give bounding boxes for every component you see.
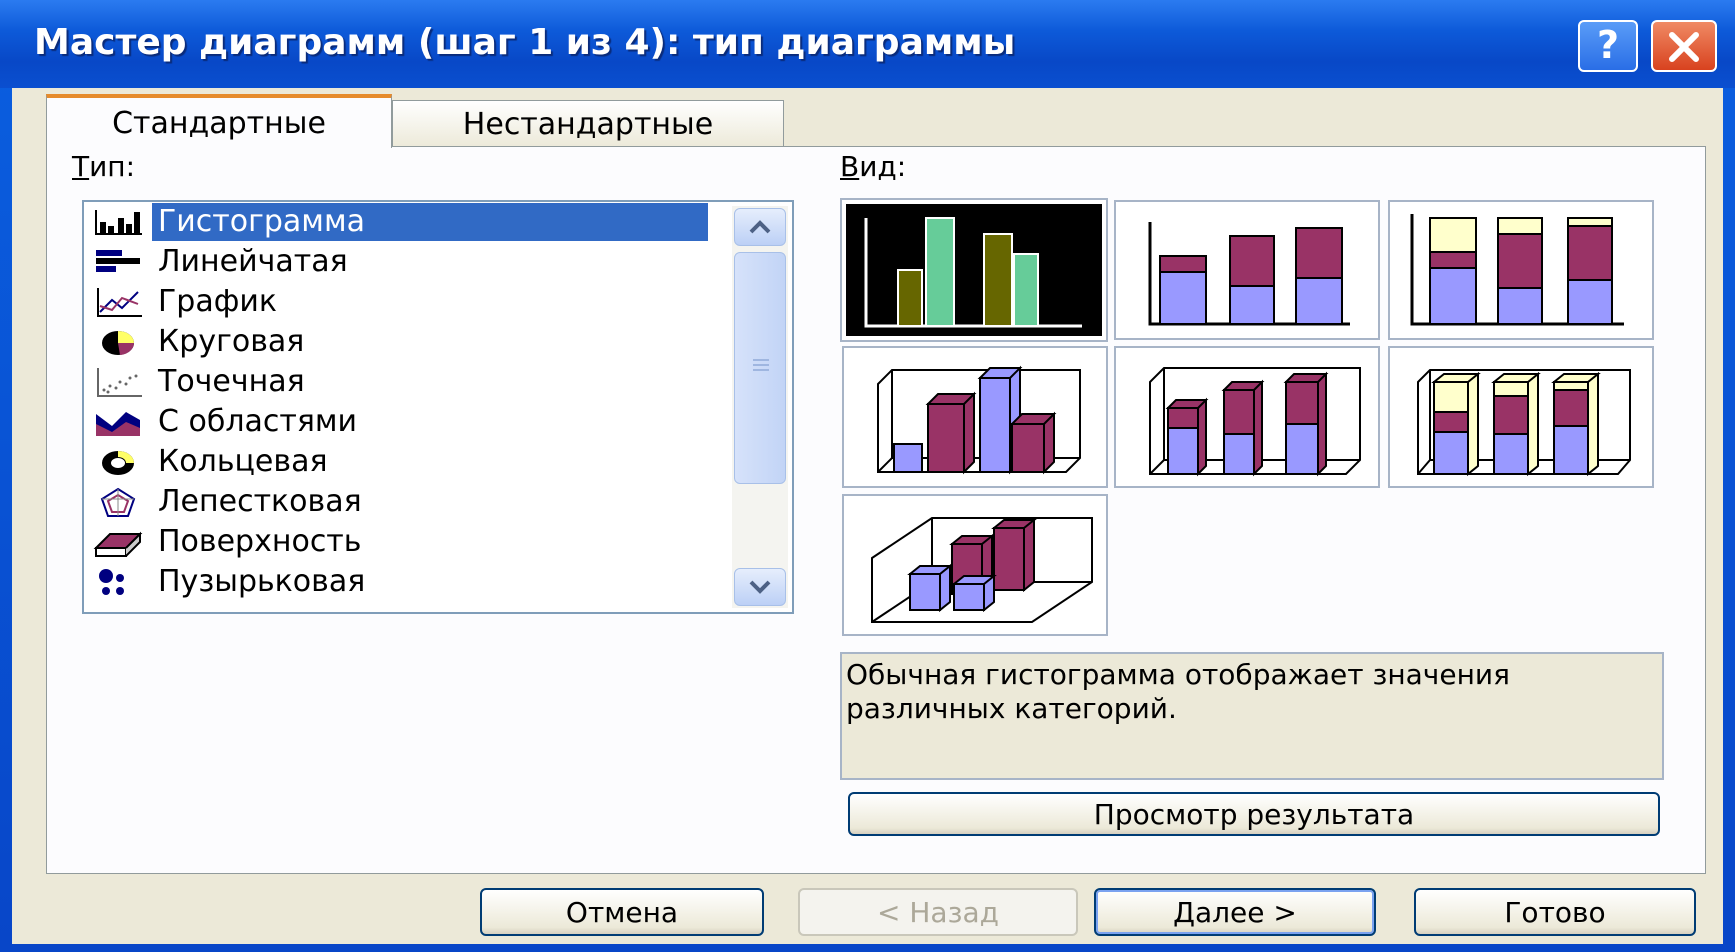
- close-button[interactable]: [1651, 20, 1717, 72]
- scroll-thumb[interactable]: [734, 252, 786, 484]
- 3d-column-preview-icon: [871, 517, 1093, 623]
- bubble-chart-icon: [84, 562, 152, 602]
- area-chart-icon: [84, 402, 152, 442]
- subtype-3d-clustered-column[interactable]: [842, 346, 1108, 488]
- list-item-label: Поверхность: [158, 524, 362, 559]
- scroll-up-button[interactable]: [734, 208, 786, 246]
- list-item-surface[interactable]: Поверхность: [84, 522, 724, 562]
- list-item-label: Лепестковая: [158, 484, 362, 519]
- list-item-scatter[interactable]: Точечная: [84, 362, 724, 402]
- finish-button[interactable]: Готово: [1414, 888, 1696, 936]
- list-item-pie[interactable]: Круговая: [84, 322, 724, 362]
- list-scrollbar[interactable]: [732, 206, 788, 608]
- help-button[interactable]: ?: [1578, 20, 1638, 72]
- subtype-clustered-column[interactable]: [840, 198, 1108, 342]
- list-item-line[interactable]: График: [84, 282, 724, 322]
- line-chart-icon: [84, 282, 152, 322]
- thumb-grip: [753, 364, 769, 366]
- close-icon: [1669, 32, 1699, 62]
- column-chart-icon: [84, 202, 152, 242]
- list-item-label: Кольцевая: [158, 444, 328, 479]
- clustered-column-preview-icon: [846, 204, 1102, 336]
- list-item-radar[interactable]: Лепестковая: [84, 482, 724, 522]
- list-item-label: График: [158, 284, 277, 319]
- preview-result-button[interactable]: Просмотр результата: [848, 792, 1660, 836]
- view-label: Вид:: [840, 150, 907, 183]
- stacked-column-preview-icon: [1148, 222, 1350, 326]
- 3d-clustered-column-preview-icon: [877, 365, 1081, 475]
- scatter-chart-icon: [84, 362, 152, 402]
- list-item-label: Пузырьковая: [158, 564, 366, 599]
- 3d-percent-stacked-column-preview-icon: [1417, 369, 1631, 477]
- thumb-grip: [753, 369, 769, 371]
- list-item-label: Гистограмма: [152, 203, 708, 241]
- doughnut-chart-icon: [84, 442, 152, 482]
- next-button[interactable]: Далее >: [1094, 888, 1376, 936]
- list-item-label: Точечная: [158, 364, 305, 399]
- window-title: Мастер диаграмм (шаг 1 из 4): тип диагра…: [34, 22, 1016, 63]
- title-bar[interactable]: Мастер диаграмм (шаг 1 из 4): тип диагра…: [0, 0, 1735, 88]
- tab-custom[interactable]: Нестандартные: [392, 100, 784, 148]
- 3d-stacked-column-preview-icon: [1149, 367, 1361, 477]
- surface-chart-icon: [84, 522, 152, 562]
- subtype-3d-stacked-column[interactable]: [1114, 346, 1380, 488]
- subtype-3d-column[interactable]: [842, 494, 1108, 636]
- list-item-area[interactable]: С областями: [84, 402, 724, 442]
- thumb-grip: [753, 359, 769, 361]
- subtype-100-percent-stacked-column[interactable]: [1388, 200, 1654, 340]
- chart-type-list[interactable]: Гистограмма Линейчатая График Круговая Т…: [82, 200, 794, 614]
- subtype-description: Обычная гистограмма отображает значения …: [840, 652, 1664, 780]
- bar-chart-icon: [84, 242, 152, 282]
- list-item-label: Линейчатая: [158, 244, 348, 279]
- radar-chart-icon: [84, 482, 152, 522]
- type-label: Тип:: [72, 150, 136, 183]
- chevron-up-icon: [749, 220, 771, 234]
- list-item-label: Круговая: [158, 324, 305, 359]
- pie-chart-icon: [84, 322, 152, 362]
- percent-stacked-column-preview-icon: [1410, 214, 1624, 326]
- scroll-down-button[interactable]: [734, 568, 786, 606]
- type-label-text: ип:: [89, 150, 136, 183]
- subtype-3d-100-percent-stacked-column[interactable]: [1388, 346, 1654, 488]
- tab-standard[interactable]: Стандартные: [46, 94, 392, 148]
- back-button[interactable]: < Назад: [798, 888, 1078, 936]
- chevron-down-icon: [749, 580, 771, 594]
- list-item-bubble[interactable]: Пузырьковая: [84, 562, 724, 602]
- list-item-bar[interactable]: Линейчатая: [84, 242, 724, 282]
- dialog-window: Мастер диаграмм (шаг 1 из 4): тип диагра…: [0, 0, 1735, 952]
- preview-button-label: Просмотр результата: [1093, 797, 1415, 831]
- list-item-column[interactable]: Гистограмма: [84, 202, 724, 242]
- list-item-label: С областями: [158, 404, 358, 439]
- list-item-doughnut[interactable]: Кольцевая: [84, 442, 724, 482]
- view-label-text: ид:: [859, 150, 907, 183]
- subtype-stacked-column[interactable]: [1114, 200, 1380, 340]
- cancel-button[interactable]: Отмена: [480, 888, 764, 936]
